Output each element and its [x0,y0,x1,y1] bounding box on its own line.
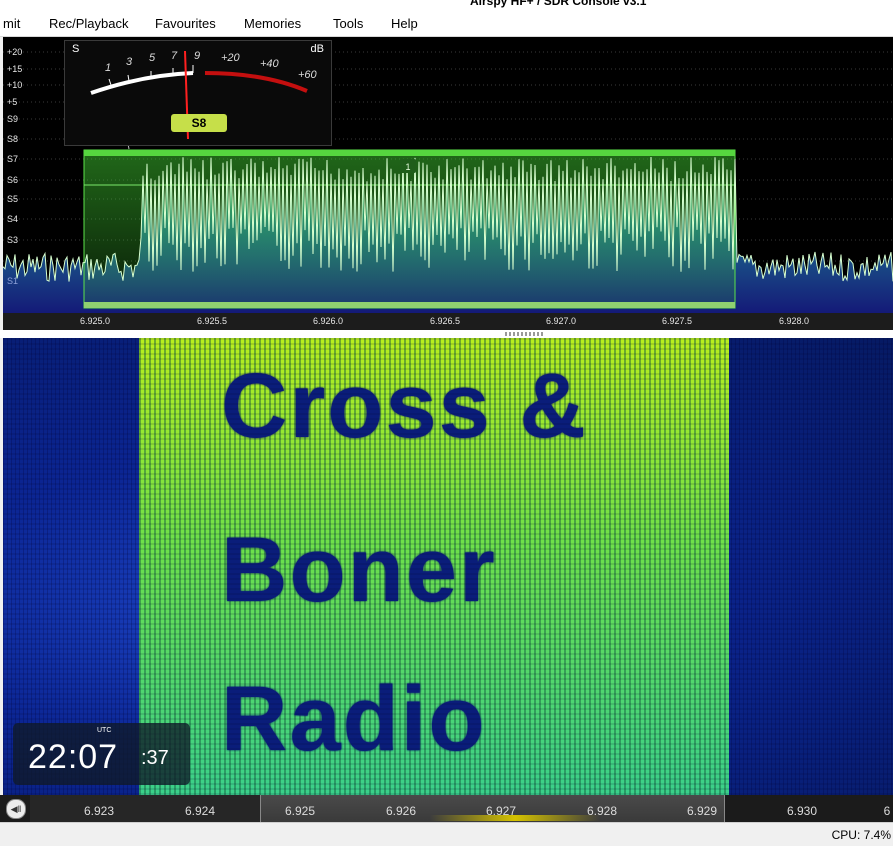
freq-tick: 6.925.0 [79,316,111,326]
overview-tick: 6.930 [786,804,818,818]
frequency-axis[interactable]: 6.925.0 6.925.5 6.926.0 6.926.5 6.927.0 … [3,313,893,330]
overview-tick: 6.923 [83,804,115,818]
smeter-scale-label: 1 [105,62,111,74]
smeter-scale-label: 7 [171,50,178,62]
smeter-scale-label: 3 [126,56,133,68]
freq-tick: 6.926.0 [312,316,344,326]
waterfall-text-line: Cross & [221,355,588,457]
overview-tick: 6.925 [284,804,316,818]
y-label: S3 [7,235,19,245]
y-label: S6 [7,175,19,185]
menu-item-memories[interactable]: Memories [244,16,301,31]
y-label: +15 [7,64,23,74]
clock-seconds: :37 [141,747,169,769]
panel-splitter[interactable] [0,330,893,338]
overview-tick: 6.929 [686,804,718,818]
menu-item-rec-playback[interactable]: Rec/Playback [49,16,128,31]
y-label: S9 [7,114,19,124]
y-label: S8 [7,134,19,144]
y-label: S7 [7,154,19,164]
cpu-usage: CPU: 7.4% [831,828,891,842]
clock-hours-minutes: 22:07 [28,738,119,776]
overview-tick: 6.927 [485,804,517,818]
window-title-bar: Airspy HF+ / SDR Console v3.1 [0,0,893,10]
window-title: Airspy HF+ / SDR Console v3.1 [470,0,647,8]
waterfall-text-line: Boner [221,519,497,621]
y-label: +5 [7,97,18,107]
smeter-reading-badge: S8 [171,114,227,132]
y-label: +20 [7,47,23,57]
filter-bottom-bar[interactable] [84,302,735,308]
overview-tick: 6 [883,804,891,818]
smeter-arc-db [204,71,308,93]
overview-frequency-bar[interactable]: ◀‖ 6.923 6.924 6.925 6.926 6.927 6.928 6… [0,795,893,822]
y-label: +10 [7,80,23,90]
freq-tick: 6.926.5 [429,316,461,326]
status-bar: CPU: 7.4% [0,822,893,846]
freq-tick: 6.927.5 [661,316,693,326]
smeter-scale-label: 5 [149,52,156,64]
overview-tick: 6.928 [586,804,618,818]
smeter-scale-label: +40 [260,58,280,70]
freq-tick: 6.925.5 [196,316,228,326]
menu-item-help[interactable]: Help [391,16,418,31]
vfo-marker-label: 1 [405,162,410,172]
y-label: S1 [7,276,19,286]
overview-left-region [30,795,260,822]
waterfall-text-line: Radio [221,668,487,770]
menu-item-tools[interactable]: Tools [333,16,363,31]
clock-timezone: UTC [97,727,112,734]
waterfall-image-text: Cross & Boner Radio [221,338,701,795]
y-label: S4 [7,214,19,224]
overview-tick: 6.924 [184,804,216,818]
smeter-scale-label: 9 [194,50,200,62]
freq-tick: 6.928.0 [778,316,810,326]
utc-clock: UTC 22:07 :37 [13,723,190,785]
s-meter: S dB 1 3 5 7 9 +20 +40 +60 S8 [64,40,332,146]
smeter-arc-s [90,71,194,95]
overview-tick: 6.926 [385,804,417,818]
smeter-scale-label: +20 [221,52,241,64]
waterfall-display[interactable]: Cross & Boner Radio UTC 22:07 :37 [3,338,893,795]
menu-bar: mit Rec/Playback Favourites Memories Too… [0,10,893,37]
smeter-scale-label: +60 [298,69,318,81]
filter-top-bar[interactable] [84,150,735,156]
freq-tick: 6.927.0 [545,316,577,326]
rewind-icon[interactable]: ◀‖ [6,799,26,819]
menu-item-limit[interactable]: mit [3,16,20,31]
menu-item-favourites[interactable]: Favourites [155,16,216,31]
splitter-grip-icon[interactable] [505,332,545,336]
y-label: S5 [7,194,19,204]
